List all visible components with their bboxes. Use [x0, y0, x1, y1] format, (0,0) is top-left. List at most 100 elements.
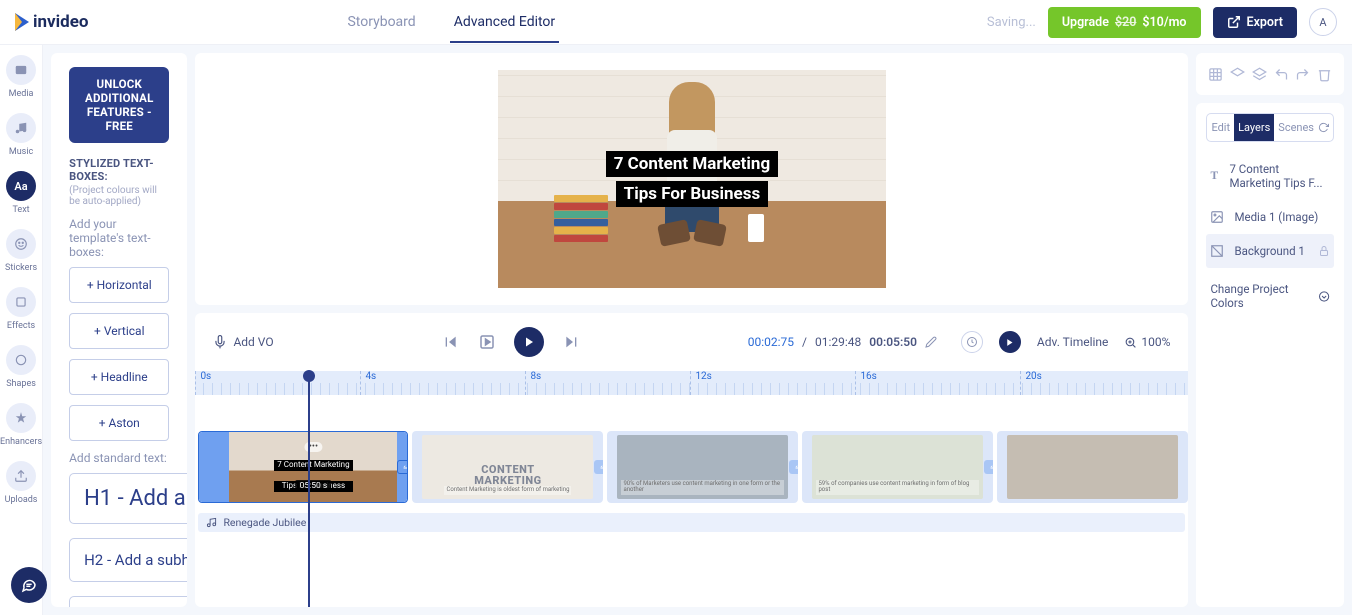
right-panel-toolbar [1196, 53, 1344, 95]
logo[interactable]: invideo [15, 12, 88, 32]
tab-edit[interactable]: Edit [1207, 114, 1234, 141]
tab-storyboard[interactable]: Storyboard [343, 2, 419, 43]
clip-5[interactable] [997, 431, 1188, 503]
saving-status: Saving... [987, 15, 1036, 30]
layer-media[interactable]: Media 1 (Image) [1206, 200, 1334, 234]
change-project-colors[interactable]: Change Project Colors [1206, 272, 1334, 320]
clip-split-marker[interactable]: ⇋ [397, 460, 408, 474]
unlock-features-banner[interactable]: UNLOCK ADDITIONAL FEATURES - FREE [69, 67, 169, 143]
adv-timeline-label[interactable]: Adv. Timeline [1037, 335, 1108, 349]
grid-icon[interactable] [1208, 67, 1223, 82]
external-link-icon [1227, 15, 1241, 29]
add-vo-button[interactable]: Add VO [213, 335, 273, 349]
iconbar-uploads[interactable]: Uploads [5, 461, 38, 505]
microphone-icon [213, 335, 227, 349]
audio-track[interactable]: Renegade Jubilee [198, 513, 1185, 532]
clip-1[interactable]: ••• 7 Content Marketing Tips For Busines… [198, 431, 408, 503]
iconbar-music-label: Music [9, 147, 33, 157]
clip-4[interactable]: 59% of companies use content marketing i… [802, 431, 993, 503]
iconbar: Media Music Aa Text Stickers Effects Sha… [0, 45, 43, 615]
iconbar-effects-label: Effects [7, 321, 35, 331]
image-layer-icon [1210, 210, 1226, 224]
transition-4[interactable]: ⇋ [984, 460, 993, 474]
layer-media-label: Media 1 (Image) [1234, 210, 1318, 224]
text-panel: UNLOCK ADDITIONAL FEATURES - FREE STYLIZ… [51, 53, 187, 607]
add-h2-subheading[interactable]: H2 - Add a subheading [69, 538, 187, 582]
add-standard-label: Add standard text: [69, 451, 169, 465]
upgrade-prefix: Upgrade [1062, 15, 1109, 30]
clip-menu-button[interactable]: ••• [305, 442, 322, 452]
add-b1-body[interactable]: B1 - Add a body text [69, 596, 187, 607]
iconbar-stickers-label: Stickers [5, 263, 37, 273]
clip-3[interactable]: 90% of Marketers use content marketing i… [607, 431, 798, 503]
clip4-banner: 59% of companies use content marketing i… [816, 480, 979, 495]
skip-next-button[interactable] [562, 333, 580, 351]
add-headline-button[interactable]: + Headline [69, 359, 169, 395]
layer-text[interactable]: T 7 Content Marketing Tips F... [1206, 152, 1334, 200]
music-icon [14, 121, 28, 135]
transition-2[interactable]: ⇋ [594, 460, 603, 474]
timeline-panel: Add VO 00:02:75 / 01:29:48 00:05:50 [195, 313, 1188, 607]
center-area: 7 Content Marketing Tips For Business Ad… [195, 45, 1196, 615]
layer-background[interactable]: Background 1 [1206, 234, 1334, 268]
preview-books [554, 192, 608, 242]
skip-prev-button[interactable] [442, 333, 460, 351]
undo-button[interactable] [1274, 67, 1289, 82]
skip-next-icon [563, 334, 579, 350]
clock-icon [966, 336, 978, 348]
audio-note-icon [206, 517, 217, 528]
play-button[interactable] [514, 327, 544, 357]
iconbar-enhancers[interactable]: Enhancers [0, 403, 42, 447]
add-vo-label: Add VO [233, 335, 273, 349]
play-outline-button[interactable] [478, 333, 496, 351]
redo-button[interactable] [1295, 67, 1310, 82]
iconbar-media[interactable]: Media [6, 55, 36, 99]
delete-button[interactable] [1317, 67, 1332, 82]
iconbar-text-label: Text [12, 205, 29, 215]
chat-button[interactable] [11, 567, 47, 603]
stack-icon[interactable] [1252, 67, 1267, 82]
zoom-control[interactable]: 100% [1124, 335, 1170, 349]
preview-panel: 7 Content Marketing Tips For Business [195, 53, 1188, 305]
play-icon [523, 336, 535, 348]
export-button[interactable]: Export [1213, 7, 1297, 38]
iconbar-text[interactable]: Aa Text [6, 171, 36, 215]
upload-icon [14, 469, 28, 483]
clip-2[interactable]: CONTENT MARKETING Content Marketing is o… [412, 431, 603, 503]
right-panel: Edit Layers Scenes T 7 Content Marketing… [1196, 45, 1352, 615]
time-display: 00:02:75 / 01:29:48 00:05:50 [748, 335, 937, 349]
tab-scenes[interactable]: Scenes [1274, 114, 1333, 141]
history-button[interactable] [961, 331, 983, 353]
zoom-value: 100% [1141, 335, 1170, 349]
add-vertical-button[interactable]: + Vertical [69, 313, 169, 349]
layers-icon[interactable] [1230, 67, 1245, 82]
edit-time-button[interactable] [925, 336, 937, 348]
play-all-button[interactable] [999, 331, 1021, 353]
tab-layers[interactable]: Layers [1234, 114, 1274, 141]
video-preview[interactable]: 7 Content Marketing Tips For Business [498, 70, 886, 288]
add-horizontal-button[interactable]: + Horizontal [69, 267, 169, 303]
tab-advanced-editor[interactable]: Advanced Editor [450, 2, 559, 43]
clip-1-thumb: ••• 7 Content Marketing Tips For Busines… [229, 432, 397, 502]
pencil-icon [925, 336, 937, 348]
iconbar-stickers[interactable]: Stickers [5, 229, 37, 273]
iconbar-music[interactable]: Music [6, 113, 36, 157]
add-h1-heading[interactable]: H1 - Add a heading [69, 473, 187, 524]
chevron-down-circle-icon [1318, 290, 1330, 303]
shapes-icon [14, 353, 28, 367]
layer-bg-label: Background 1 [1234, 244, 1304, 258]
timeline-ruler[interactable]: 0s 4s 8s 12s 16s 20s [195, 371, 1188, 395]
add-aston-button[interactable]: + Aston [69, 405, 169, 441]
clip-1-timestamp: 05:50 s [296, 480, 332, 492]
upgrade-button[interactable]: Upgrade $20 $10/mo [1048, 7, 1201, 38]
play-logo-icon [15, 13, 29, 31]
iconbar-effects[interactable]: Effects [6, 287, 36, 331]
transition-3[interactable]: ⇋ [789, 460, 798, 474]
preview-text-2: Tips For Business [616, 181, 769, 207]
preview-cup [748, 214, 764, 242]
clip-handle-left[interactable] [199, 432, 229, 502]
playhead[interactable] [308, 371, 310, 607]
iconbar-shapes[interactable]: Shapes [6, 345, 36, 389]
user-avatar[interactable]: A [1309, 8, 1337, 36]
header-actions: Saving... Upgrade $20 $10/mo Export A [987, 7, 1337, 38]
